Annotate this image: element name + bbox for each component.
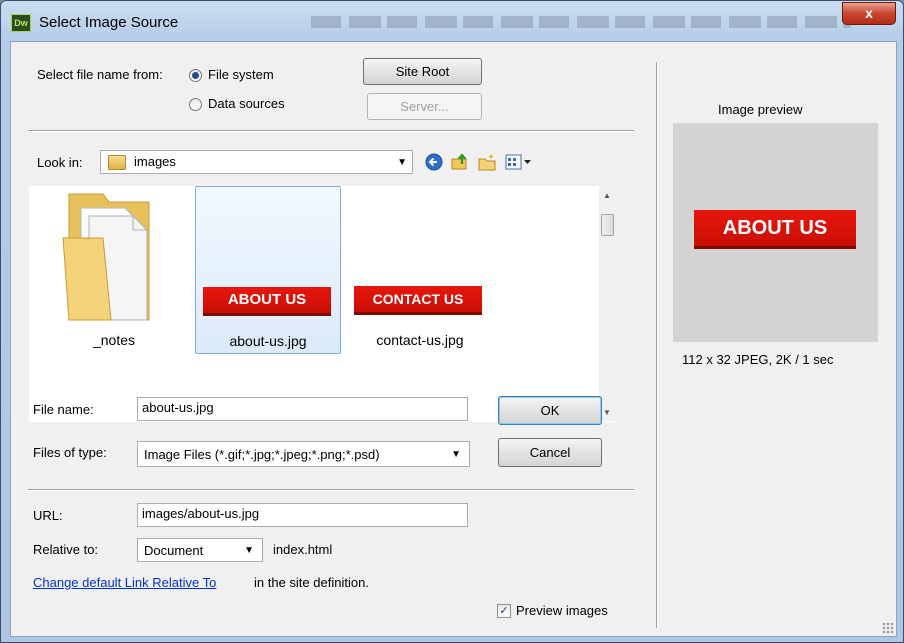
select-from-label: Select file name from: (37, 67, 163, 82)
chevron-down-icon: ▼ (244, 545, 254, 556)
scroll-up-icon[interactable]: ▲ (603, 191, 611, 200)
preview-heading: Image preview (718, 102, 803, 117)
up-folder-icon[interactable] (451, 152, 469, 170)
ok-button[interactable]: OK (498, 396, 602, 425)
site-root-button[interactable]: Site Root (363, 58, 482, 85)
file-name-notes: _notes (92, 332, 136, 348)
file-item-contact-us[interactable]: CONTACT US contact-us.jpg (347, 186, 493, 354)
site-definition-text: in the site definition. (254, 575, 369, 590)
chevron-down-icon: ▼ (451, 449, 461, 460)
preview-images-label[interactable]: Preview images (516, 603, 608, 618)
url-input[interactable]: images/about-us.jpg (137, 503, 468, 527)
back-icon[interactable] (425, 153, 443, 171)
files-of-type-label: Files of type: (33, 445, 107, 460)
preview-images-checkbox[interactable]: ✓ (497, 604, 511, 618)
data-sources-radio[interactable] (189, 98, 202, 111)
close-button[interactable]: x (842, 2, 896, 25)
image-preview: ABOUT US (673, 123, 878, 342)
dialog-client-area: Select file name from: File system Data … (10, 41, 897, 637)
look-in-dropdown[interactable]: images ▼ (100, 150, 413, 174)
title-bar[interactable]: Dw Select Image Source x (1, 1, 903, 41)
dreamweaver-app-icon: Dw (11, 14, 31, 32)
file-item-notes[interactable]: _notes (41, 186, 187, 354)
file-name-contact-us: contact-us.jpg (376, 332, 464, 348)
look-in-folder-name: images (134, 154, 176, 169)
separator-bottom (28, 489, 634, 491)
background-window-blur (311, 16, 851, 28)
preview-image: ABOUT US (694, 210, 856, 249)
relative-file-name: index.html (273, 542, 333, 557)
resize-grip-icon[interactable] (882, 622, 894, 634)
folder-icon (62, 193, 150, 321)
relative-to-label: Relative to: (33, 542, 99, 557)
server-button[interactable]: Server... (367, 93, 482, 120)
file-name-input[interactable]: about-us.jpg (137, 397, 468, 421)
file-system-radio[interactable] (189, 69, 202, 82)
separator-top (28, 130, 634, 132)
chevron-down-icon: ▼ (397, 157, 407, 168)
preview-info: 112 x 32 JPEG, 2K / 1 sec (682, 352, 834, 367)
contact-us-thumbnail: CONTACT US (354, 286, 482, 315)
file-item-about-us[interactable]: ABOUT US about-us.jpg (195, 186, 341, 354)
change-link-relative-link[interactable]: Change default Link Relative To (33, 575, 216, 590)
scrollbar-thumb[interactable] (601, 214, 614, 236)
files-of-type-value: Image Files (*.gif;*.jpg;*.jpeg;*.png;*.… (144, 447, 380, 462)
dialog-window: Dw Select Image Source x Select file nam… (0, 0, 904, 643)
cancel-button[interactable]: Cancel (498, 438, 602, 467)
files-of-type-dropdown[interactable]: Image Files (*.gif;*.jpg;*.jpeg;*.png;*.… (137, 441, 470, 467)
url-label: URL: (33, 508, 63, 523)
data-sources-label[interactable]: Data sources (208, 96, 285, 111)
look-in-label: Look in: (37, 155, 83, 170)
file-list-scrollbar[interactable]: ▲ ▼ (599, 186, 616, 421)
vertical-separator (656, 62, 658, 628)
folder-icon (108, 155, 126, 170)
relative-to-dropdown[interactable]: Document ▼ (137, 538, 263, 562)
relative-to-value: Document (144, 543, 204, 558)
file-system-label[interactable]: File system (208, 67, 274, 82)
view-menu-icon[interactable] (505, 153, 533, 171)
file-list[interactable]: _notes ABOUT US about-us.jpg CONTACT US … (29, 186, 616, 422)
about-us-thumbnail: ABOUT US (203, 287, 331, 316)
file-name-about-us: about-us.jpg (229, 333, 307, 349)
new-folder-icon[interactable] (478, 153, 496, 171)
scroll-down-icon[interactable]: ▼ (603, 408, 611, 417)
dialog-title: Select Image Source (39, 14, 179, 31)
file-name-label: File name: (33, 402, 94, 417)
